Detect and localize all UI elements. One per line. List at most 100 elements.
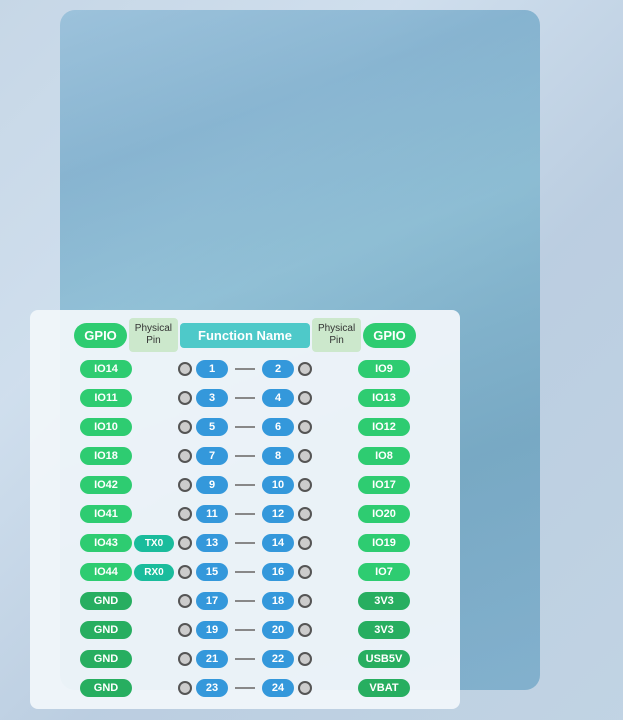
pin-row: GND 19 20 3V3 (38, 617, 452, 643)
pin-connector-right (296, 509, 314, 519)
pin-row: IO11 3 4 IO13 (38, 385, 452, 411)
pin-row: IO18 7 8 IO8 (38, 443, 452, 469)
pin-connector-right (296, 625, 314, 635)
pin-num-right: 2 (262, 360, 294, 378)
header-gpio-left: GPIO (74, 323, 127, 348)
gpio-label-right: VBAT (358, 679, 410, 697)
header-function-name: Function Name (180, 323, 310, 348)
pin-connector-right (296, 654, 314, 664)
pin-connector-right (296, 683, 314, 693)
pin-num-right: 22 (262, 650, 294, 668)
pin-num-left: 5 (196, 418, 228, 436)
pin-num-right: 20 (262, 621, 294, 639)
pin-num-left: 7 (196, 447, 228, 465)
header-phys-right: Physical Pin (312, 318, 361, 352)
gpio-label-right: 3V3 (358, 621, 410, 639)
pin-connector-left (176, 509, 194, 519)
pin-connector-right (296, 567, 314, 577)
pin-row: IO41 11 12 IO20 (38, 501, 452, 527)
gpio-label-left: GND (80, 621, 132, 639)
pin-num-left: 23 (196, 679, 228, 697)
gpio-label-left: IO10 (80, 418, 132, 436)
pin-num-left: 17 (196, 592, 228, 610)
pin-num-left: 15 (196, 563, 228, 581)
gpio-label-left: IO44 (80, 563, 132, 581)
center-gap (230, 542, 260, 544)
center-gap (230, 368, 260, 370)
pin-row: IO43 TX0 13 14 IO19 (38, 530, 452, 556)
pin-connector-right (296, 393, 314, 403)
pin-connector-left (176, 422, 194, 432)
gpio-label-left: IO18 (80, 447, 132, 465)
center-gap (230, 629, 260, 631)
pin-num-right: 24 (262, 679, 294, 697)
pin-row: GND 23 24 VBAT (38, 675, 452, 701)
gpio-label-right: IO9 (358, 360, 410, 378)
pin-connector-left (176, 596, 194, 606)
pin-row: IO42 9 10 IO17 (38, 472, 452, 498)
pin-connector-left (176, 625, 194, 635)
gpio-label-right: IO7 (358, 563, 410, 581)
gpio-label-right: IO12 (358, 418, 410, 436)
gpio-label-left: GND (80, 679, 132, 697)
gpio-label-right: IO20 (358, 505, 410, 523)
center-gap (230, 426, 260, 428)
pin-num-left: 13 (196, 534, 228, 552)
pin-num-right: 10 (262, 476, 294, 494)
center-gap (230, 658, 260, 660)
pin-connector-right (296, 364, 314, 374)
func-label-left: TX0 (134, 535, 174, 552)
center-gap (230, 397, 260, 399)
pin-row: GND 17 18 3V3 (38, 588, 452, 614)
header-gpio-right: GPIO (363, 323, 416, 348)
pins-area: IO14 1 2 IO9 IO11 3 4 IO13 IO10 5 6 IO12… (38, 356, 452, 701)
pin-connector-left (176, 364, 194, 374)
pin-connector-left (176, 393, 194, 403)
pin-num-left: 3 (196, 389, 228, 407)
gpio-label-right: IO17 (358, 476, 410, 494)
pin-num-right: 4 (262, 389, 294, 407)
pin-connector-right (296, 538, 314, 548)
gpio-label-left: IO14 (80, 360, 132, 378)
pin-table: GPIO Physical Pin Function Name Physical… (30, 310, 460, 709)
pin-row: IO14 1 2 IO9 (38, 356, 452, 382)
gpio-label-left: GND (80, 592, 132, 610)
pin-connector-left (176, 567, 194, 577)
gpio-label-left: IO41 (80, 505, 132, 523)
pin-connector-right (296, 451, 314, 461)
pin-num-left: 19 (196, 621, 228, 639)
gpio-label-left: IO43 (80, 534, 132, 552)
gpio-label-right: IO8 (358, 447, 410, 465)
pin-num-left: 1 (196, 360, 228, 378)
gpio-label-left: GND (80, 650, 132, 668)
pin-num-left: 21 (196, 650, 228, 668)
center-gap (230, 571, 260, 573)
pin-num-right: 6 (262, 418, 294, 436)
pin-connector-left (176, 538, 194, 548)
pin-connector-left (176, 654, 194, 664)
pin-num-right: 16 (262, 563, 294, 581)
pin-num-left: 11 (196, 505, 228, 523)
pin-connector-right (296, 596, 314, 606)
pin-connector-left (176, 451, 194, 461)
gpio-label-right: IO19 (358, 534, 410, 552)
pin-row: GND 21 22 USB5V (38, 646, 452, 672)
gpio-label-right: IO13 (358, 389, 410, 407)
gpio-label-right: 3V3 (358, 592, 410, 610)
pin-row: IO44 RX0 15 16 IO7 (38, 559, 452, 585)
pin-connector-left (176, 683, 194, 693)
pin-num-right: 18 (262, 592, 294, 610)
func-label-left: RX0 (134, 564, 174, 581)
pin-num-right: 8 (262, 447, 294, 465)
header-row: GPIO Physical Pin Function Name Physical… (38, 318, 452, 352)
center-gap (230, 687, 260, 689)
gpio-label-left: IO42 (80, 476, 132, 494)
center-gap (230, 513, 260, 515)
center-gap (230, 455, 260, 457)
gpio-label-left: IO11 (80, 389, 132, 407)
pin-num-left: 9 (196, 476, 228, 494)
pin-num-right: 12 (262, 505, 294, 523)
center-gap (230, 484, 260, 486)
pin-connector-right (296, 480, 314, 490)
pin-connector-left (176, 480, 194, 490)
